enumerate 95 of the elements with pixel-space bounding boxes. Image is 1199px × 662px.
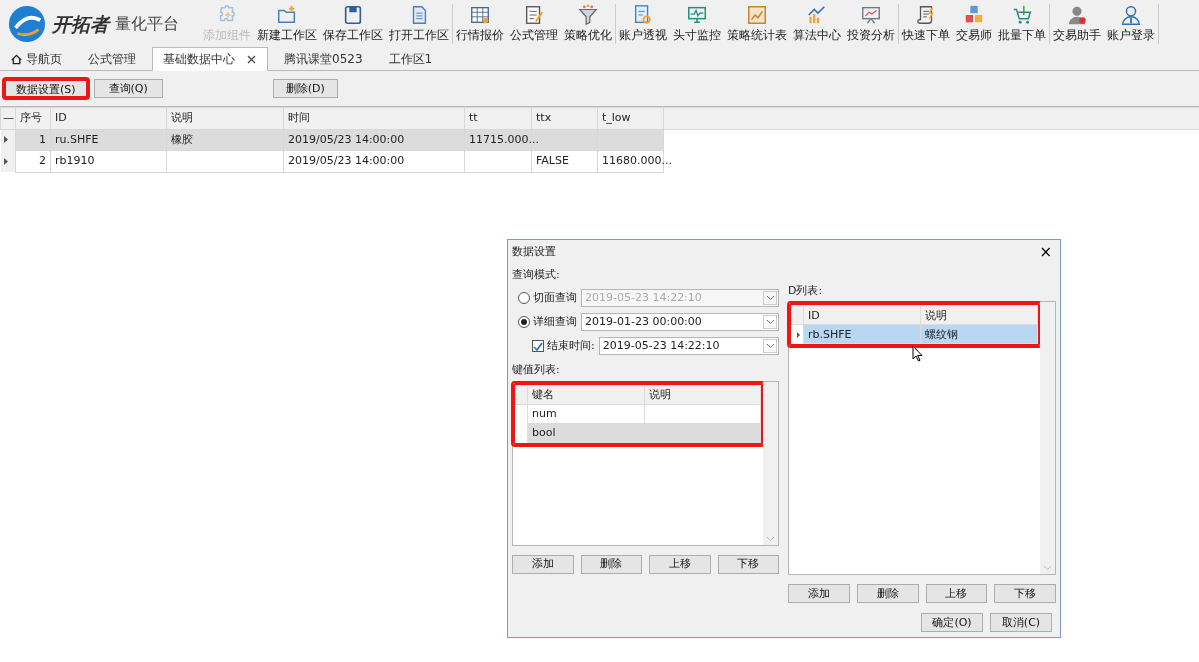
toolbar-button[interactable]: 快速下单 bbox=[899, 4, 953, 44]
toolbar-button[interactable]: 批量下单 bbox=[995, 4, 1049, 44]
column-header: 时间 bbox=[288, 111, 310, 124]
table-cell: ru.SHFE bbox=[55, 132, 99, 146]
checkmark-icon bbox=[533, 341, 543, 351]
dialog-button[interactable]: 上移 bbox=[649, 554, 711, 574]
table-cell: rb.SHFE bbox=[808, 327, 852, 341]
toolbar-button[interactable]: 算法中心 bbox=[790, 4, 844, 44]
tab[interactable]: 导航页 bbox=[0, 48, 72, 70]
table-cell: 11715.000... bbox=[469, 132, 539, 146]
table-cell: num bbox=[532, 407, 557, 420]
table-icon bbox=[468, 4, 492, 26]
dialog-button[interactable]: 下移 bbox=[717, 554, 779, 574]
product-name: 量化平台 bbox=[115, 13, 179, 35]
table-cell: 2 bbox=[39, 154, 46, 167]
tab[interactable]: 公式管理 bbox=[78, 48, 146, 70]
mouse-cursor-icon bbox=[912, 345, 923, 362]
toolbar-button[interactable]: 账户登录 bbox=[1104, 4, 1158, 44]
table-row[interactable]: 1 ru.SHFE 橡胶 2019/05/23 14:00:00 11715.000... bbox=[0, 129, 1199, 151]
toolbar-button[interactable]: 行情报价 bbox=[453, 4, 507, 44]
person-icon bbox=[1119, 4, 1143, 26]
logo-icon bbox=[8, 5, 46, 43]
toolbar-button[interactable]: 保存工作区 bbox=[320, 4, 386, 44]
table-cell: 螺纹钢 bbox=[925, 327, 958, 341]
toolbar-button[interactable]: 策略优化 bbox=[561, 4, 615, 44]
monitor-icon bbox=[685, 4, 709, 26]
section-label: 键值列表: bbox=[512, 362, 561, 378]
toolbar-button[interactable]: 公式管理 bbox=[507, 4, 561, 44]
toolbar-button[interactable]: 账户透视 bbox=[616, 4, 670, 44]
expand-arrow-icon bbox=[795, 330, 801, 339]
chart-icon bbox=[745, 4, 769, 26]
scroll-down-icon bbox=[766, 535, 775, 542]
section-label: D列表: bbox=[788, 282, 824, 299]
list-row[interactable]: bool bbox=[515, 423, 761, 442]
toolbar-button[interactable]: 策略统计表 bbox=[724, 4, 790, 44]
dialog-button[interactable]: 上移 bbox=[925, 584, 988, 603]
column-header: tt bbox=[469, 111, 478, 124]
expand-arrow-icon bbox=[2, 156, 9, 166]
date-dropdown[interactable]: 2019-01-23 00:00:00 bbox=[581, 313, 779, 331]
close-icon[interactable] bbox=[246, 53, 257, 65]
column-header: 说明 bbox=[171, 111, 193, 124]
close-button[interactable]: × bbox=[1039, 244, 1052, 260]
column-header: 键名 bbox=[532, 388, 554, 401]
dialog-title: 数据设置 bbox=[512, 244, 556, 260]
dialog-button[interactable]: 确定(O) bbox=[921, 613, 983, 632]
section-label: 查询模式: bbox=[512, 266, 561, 283]
tab[interactable]: 腾讯课堂0523 bbox=[274, 48, 373, 70]
table-cell: 橡胶 bbox=[171, 132, 193, 146]
date-dropdown[interactable]: 2019-05-23 14:22:10 bbox=[598, 337, 779, 355]
chevron-down-icon bbox=[765, 319, 775, 325]
column-header: 说明 bbox=[648, 388, 671, 401]
table-cell: FALSE bbox=[536, 154, 569, 167]
table-cell: 11680.000... bbox=[602, 154, 672, 167]
list-row[interactable]: num bbox=[515, 404, 761, 423]
chevron-down-icon bbox=[765, 343, 775, 349]
table-cell: 2019/05/23 14:00:00 bbox=[288, 132, 405, 146]
toolbar-button[interactable]: 投资分析 bbox=[844, 4, 898, 44]
scroll-down-icon bbox=[1043, 565, 1052, 571]
toolbar-button[interactable]: 打开工作区 bbox=[386, 4, 452, 44]
column-header: 序号 bbox=[20, 111, 42, 124]
dialog-button[interactable]: 添加 bbox=[788, 584, 850, 603]
table-cell: 2019/05/23 14:00:00 bbox=[288, 154, 405, 167]
checkbox[interactable]: 结束时间: bbox=[532, 337, 595, 355]
toolbar-button[interactable]: 删除(D) bbox=[272, 79, 338, 98]
toolbar-button[interactable]: 数据设置(S) bbox=[4, 79, 88, 98]
table-cell: rb1910 bbox=[55, 154, 95, 167]
tab[interactable]: 基础数据中心 bbox=[152, 47, 268, 71]
column-header: t_low bbox=[602, 111, 631, 124]
dialog-button[interactable]: 添加 bbox=[512, 554, 574, 574]
dialog-button[interactable]: 删除 bbox=[856, 584, 919, 603]
column-header: ttx bbox=[536, 111, 552, 124]
toolbar-button[interactable]: 查询(Q) bbox=[93, 79, 163, 98]
brand-name: 开拓者 bbox=[52, 11, 109, 37]
radio-button[interactable]: 切面查询 bbox=[518, 289, 577, 307]
dialog-button[interactable]: 删除 bbox=[580, 554, 642, 574]
list-row[interactable]: rb.SHFE 螺纹钢 bbox=[791, 324, 1038, 344]
expand-arrow-icon bbox=[2, 135, 9, 145]
toolbar-button[interactable]: 交易助手 bbox=[1050, 4, 1104, 44]
radio-button[interactable]: 详细查询 bbox=[518, 313, 577, 331]
table-cell: bool bbox=[532, 426, 556, 439]
column-header: ID bbox=[808, 308, 820, 322]
table-row[interactable]: 2 rb1910 2019/05/23 14:00:00 FALSE 11680.000... bbox=[0, 150, 1199, 172]
funnel-icon bbox=[576, 4, 600, 26]
toolbar-button[interactable]: 交易师 bbox=[953, 4, 995, 44]
column-header: 说明 bbox=[925, 308, 947, 322]
dialog-button[interactable]: 下移 bbox=[994, 584, 1056, 603]
home-icon bbox=[10, 52, 23, 66]
table-cell: 1 bbox=[39, 132, 46, 146]
easel-icon bbox=[859, 4, 883, 26]
toolbar-button[interactable]: 新建工作区 bbox=[254, 4, 320, 44]
toolbar-button[interactable]: 头寸监控 bbox=[670, 4, 724, 44]
tab[interactable]: 工作区1 bbox=[378, 48, 443, 70]
column-header: ID bbox=[55, 111, 67, 124]
dialog-button[interactable]: 取消(C) bbox=[990, 613, 1052, 632]
chevron-down-icon bbox=[765, 295, 775, 301]
